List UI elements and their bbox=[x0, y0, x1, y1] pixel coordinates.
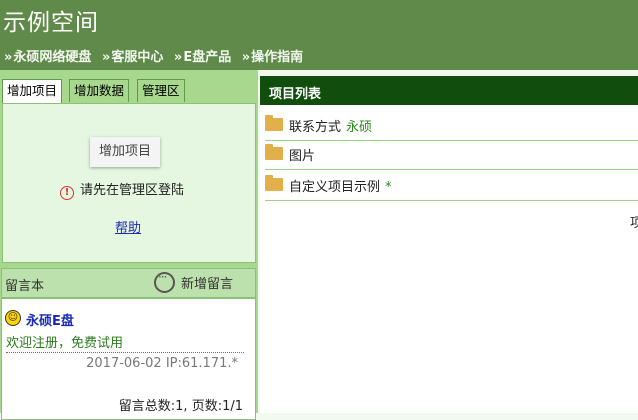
nav-separator: » bbox=[173, 50, 183, 65]
project-row-label: 自定义项目示例 * bbox=[289, 176, 392, 195]
add-item-button[interactable]: 增加项目 bbox=[90, 137, 160, 167]
folder-icon bbox=[265, 115, 283, 131]
add-item-panel: 增加项目 ! 请先在管理区登陆 帮助 bbox=[2, 103, 256, 263]
help-link[interactable]: 帮助 bbox=[115, 217, 141, 236]
guestbook-header: 留言本 新增留言 bbox=[1, 268, 256, 298]
chat-icon bbox=[154, 270, 175, 293]
left-panel: 增加项目 增加数据 管理区 增加项目 ! 请先在管理区登陆 帮助 留言本 新增留言… bbox=[0, 70, 258, 420]
project-row-name: 自定义项目示例 bbox=[289, 180, 381, 195]
project-list-title: 项目列表 bbox=[269, 87, 322, 102]
project-row-label: 图片 bbox=[289, 145, 320, 164]
header: 示例空间 »永硕网络硬盘 »客服中心 »E盘产品 »操作指南 bbox=[0, 0, 638, 70]
project-row-name: 图片 bbox=[289, 149, 316, 164]
folder-icon bbox=[265, 175, 283, 191]
nav-link-products[interactable]: E盘产品 bbox=[183, 50, 231, 65]
tab-add-data[interactable]: 增加数据 bbox=[69, 79, 130, 102]
project-row-extra: 永硕 bbox=[346, 120, 373, 135]
project-row[interactable]: 图片 bbox=[265, 141, 638, 170]
project-list-header: 项目列表 bbox=[260, 76, 638, 105]
smiley-icon: ☺ bbox=[5, 310, 21, 326]
project-row-name: 联系方式 bbox=[289, 120, 342, 135]
guestbook-body: ☺ 永硕E盘 欢迎注册，免费试用 2017-06-02 IP:61.171.* … bbox=[1, 298, 256, 420]
top-nav: »永硕网络硬盘 »客服中心 »E盘产品 »操作指南 bbox=[4, 46, 309, 65]
nav-separator: » bbox=[101, 50, 111, 65]
nav-link-disk[interactable]: 永硕网络硬盘 bbox=[13, 50, 91, 65]
site-title: 示例空间 bbox=[3, 10, 99, 36]
message-meta: 2017-06-02 IP:61.171.* bbox=[86, 356, 238, 371]
login-warning-text: 请先在管理区登陆 bbox=[80, 183, 185, 198]
warning-icon: ! bbox=[60, 186, 74, 200]
cut-off-text: 项 bbox=[630, 216, 638, 231]
project-row[interactable]: 联系方式 永硕 bbox=[265, 112, 638, 141]
project-row[interactable]: 自定义项目示例 * bbox=[265, 172, 638, 201]
nav-link-guide[interactable]: 操作指南 bbox=[251, 50, 303, 65]
message-user: 永硕E盘 bbox=[26, 314, 74, 329]
message-text: 欢迎注册，免费试用 bbox=[6, 332, 244, 353]
project-row-extra: * bbox=[385, 180, 392, 195]
tab-admin[interactable]: 管理区 bbox=[137, 79, 185, 102]
new-message-label: 新增留言 bbox=[181, 277, 234, 292]
login-warning: ! 请先在管理区登陆 bbox=[60, 179, 184, 200]
nav-separator: » bbox=[4, 50, 13, 65]
message-total: 留言总数:1, 页数:1/1 bbox=[118, 399, 243, 414]
nav-link-service[interactable]: 客服中心 bbox=[111, 50, 163, 65]
guestbook-title: 留言本 bbox=[5, 279, 45, 294]
project-row-label: 联系方式 永硕 bbox=[289, 116, 372, 135]
project-list-panel: 项目列表 联系方式 永硕 图片 自定义项目示例 * 项 bbox=[260, 76, 638, 413]
tab-add-item[interactable]: 增加项目 bbox=[2, 79, 63, 105]
folder-icon bbox=[265, 144, 283, 160]
nav-separator: » bbox=[241, 50, 251, 65]
new-message-button[interactable]: 新增留言 bbox=[154, 270, 234, 293]
